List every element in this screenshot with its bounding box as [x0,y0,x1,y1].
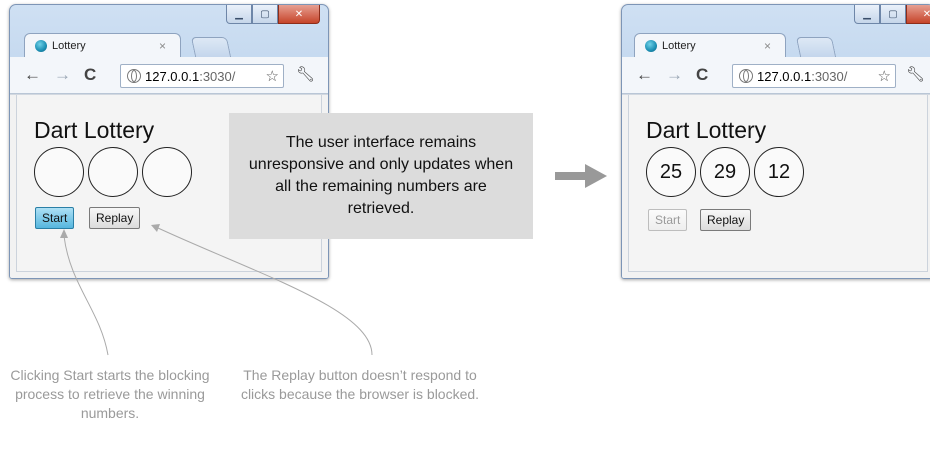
maximize-button[interactable]: ▢ [252,5,278,24]
favicon-icon [35,40,47,52]
lottery-ball [88,147,138,197]
tab-close-icon[interactable]: × [764,39,771,53]
window-controls: ▁ ▢ ✕ [854,5,930,24]
close-window-button[interactable]: ✕ [906,5,930,24]
tab-close-icon[interactable]: × [159,39,166,53]
lottery-ball [142,147,192,197]
tab-lottery[interactable]: Lottery × [24,33,181,58]
window-controls: ▁ ▢ ✕ [226,5,320,24]
replay-button[interactable]: Replay [89,207,141,229]
wrench-icon[interactable]: 🔧︎ [906,65,925,83]
browser-toolbar: ← → C 127.0.0.1:3030/ ☆ 🔧︎ [10,57,328,94]
caption-replay: The Replay button doesn’t respond to cli… [240,367,480,402]
globe-icon [739,69,753,83]
caption-start: Clicking Start starts the blocking proce… [10,367,210,421]
url-path: :3030/ [811,68,848,84]
lottery-ball: 25 [646,147,696,197]
page-content: Dart Lottery 25 29 12 Start Replay [622,94,930,278]
star-icon[interactable]: ☆ [878,67,891,85]
callout-text: The user interface remains unresponsive … [248,134,514,217]
back-icon[interactable]: ← [24,65,41,85]
browser-window-after: ▁ ▢ ✕ Lottery × ← → C 127.0.0.1:3030/ ☆ … [621,4,930,279]
address-bar[interactable]: 127.0.0.1:3030/ ☆ [732,64,896,88]
forward-icon[interactable]: → [666,65,683,85]
new-tab-button[interactable] [795,37,837,57]
minimize-button[interactable]: ▁ [854,5,880,24]
lottery-ball: 12 [754,147,804,197]
globe-icon [127,69,141,83]
url-host: 127.0.0.1 [757,68,812,84]
reload-icon[interactable]: C [84,65,96,85]
url-path: :3030/ [199,68,236,84]
back-icon[interactable]: ← [636,65,653,85]
tab-title: Lottery [662,40,696,52]
arrow-right-icon [555,164,607,188]
url-host: 127.0.0.1 [145,68,200,84]
maximize-button[interactable]: ▢ [880,5,906,24]
close-window-button[interactable]: ✕ [278,5,320,24]
lottery-ball: 29 [700,147,750,197]
star-icon[interactable]: ☆ [266,67,279,85]
address-bar[interactable]: 127.0.0.1:3030/ ☆ [120,64,284,88]
favicon-icon [645,40,657,52]
browser-toolbar: ← → C 127.0.0.1:3030/ ☆ 🔧︎ [622,57,930,94]
page-title: Dart Lottery [34,117,155,143]
minimize-button[interactable]: ▁ [226,5,252,24]
wrench-icon[interactable]: 🔧︎ [296,65,315,83]
tab-lottery[interactable]: Lottery × [634,33,786,58]
forward-icon[interactable]: → [54,65,71,85]
start-button[interactable]: Start [35,207,75,229]
tab-title: Lottery [52,40,86,52]
reload-icon[interactable]: C [696,65,708,85]
lottery-ball [34,147,84,197]
callout-box: The user interface remains unresponsive … [229,113,533,239]
replay-button[interactable]: Replay [700,209,752,231]
start-button[interactable]: Start [648,209,688,231]
new-tab-button[interactable] [190,37,232,57]
page-title: Dart Lottery [646,117,767,143]
